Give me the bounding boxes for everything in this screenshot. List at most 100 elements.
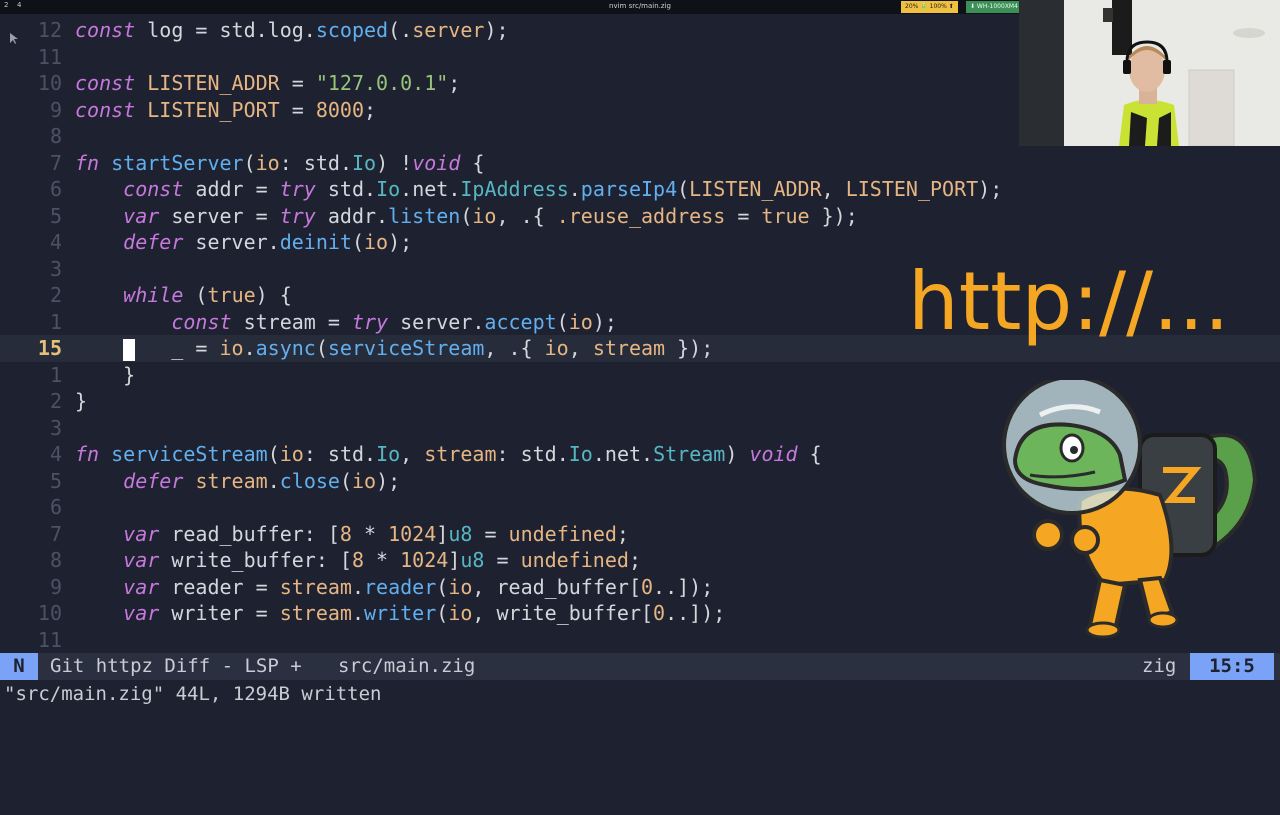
code-token: = xyxy=(725,203,762,228)
code-token: . xyxy=(351,601,365,625)
code-token: io xyxy=(279,442,304,466)
code-token: const xyxy=(123,177,184,201)
line-number: 9 xyxy=(49,574,62,599)
command-line[interactable]: "src/main.zig" 44L, 1294B written xyxy=(0,681,1280,707)
line-number: 7 xyxy=(49,150,62,175)
line-number: 8 xyxy=(49,548,62,572)
code-token: defer xyxy=(123,468,184,493)
code-token: }); xyxy=(809,203,858,228)
code-token: ); xyxy=(388,230,413,254)
code-token: writer = xyxy=(159,601,280,625)
code-token: server xyxy=(412,18,485,42)
code-line[interactable]: 4 defer server.deinit(io); xyxy=(0,229,1280,256)
code-token: ) xyxy=(725,442,750,466)
line-number: 1 xyxy=(49,362,62,387)
code-token: fn xyxy=(75,442,100,466)
code-token: = xyxy=(484,548,521,572)
text-cursor xyxy=(123,338,136,361)
code-token: } xyxy=(75,389,88,413)
code-token: stream xyxy=(592,336,666,360)
code-token: .reuse_address xyxy=(556,203,726,228)
code-token: Io xyxy=(376,442,401,466)
code-token: write_buffer: [ xyxy=(159,548,352,572)
code-token: const xyxy=(75,18,136,42)
code-token: addr = xyxy=(183,177,280,201)
code-token: stream xyxy=(195,468,268,493)
code-token: 0 xyxy=(653,601,666,625)
code-token: ); xyxy=(592,309,617,334)
code-token: Stream xyxy=(653,442,726,466)
line-number: 4 xyxy=(49,442,62,466)
code-token: io xyxy=(448,601,473,625)
code-token: true xyxy=(761,203,810,228)
statusline: N Git httpz Diff - LSP + src/main.zig zi… xyxy=(0,653,1280,680)
code-token: var xyxy=(123,521,160,546)
code-text: var server = try addr.listen(io, .{ .reu… xyxy=(75,203,858,230)
code-token: server = xyxy=(159,203,280,228)
line-number: 11 xyxy=(37,44,62,69)
code-token: var xyxy=(123,203,160,228)
line-number: 1 xyxy=(49,309,62,334)
line-number: 8 xyxy=(49,124,62,148)
code-token: . xyxy=(351,574,365,599)
code-token: accept xyxy=(484,309,557,334)
code-token: undefined xyxy=(520,548,629,572)
code-token: server. xyxy=(183,230,280,254)
line-number: 3 xyxy=(49,256,62,281)
code-token: , xyxy=(821,177,846,201)
code-token: (. xyxy=(388,18,413,42)
code-token: ; xyxy=(448,71,461,95)
code-token: } xyxy=(75,362,136,387)
code-token: server. xyxy=(388,309,485,334)
code-token: addr. xyxy=(315,203,389,228)
code-token: log = std.log. xyxy=(135,18,316,42)
code-line[interactable]: 7 fn startServer(io: std.Io) !void { xyxy=(0,150,1280,177)
code-token: IpAddress xyxy=(460,177,569,201)
line-number: 5 xyxy=(49,468,62,493)
code-token: Io xyxy=(376,177,401,201)
code-line[interactable]: 5 var server = try addr.listen(io, .{ .r… xyxy=(0,203,1280,230)
code-token: u8 xyxy=(448,521,473,546)
line-number: 3 xyxy=(49,415,62,440)
overlay-text: http://... xyxy=(908,255,1230,348)
line-number: 6 xyxy=(49,177,62,201)
code-token: const xyxy=(171,309,232,334)
mode-indicator: N xyxy=(0,653,38,680)
code-token: ); xyxy=(376,468,401,493)
code-text: const LISTEN_ADDR = "127.0.0.1"; xyxy=(75,70,460,97)
code-token: ( xyxy=(267,442,280,466)
code-token: LISTEN_PORT xyxy=(147,97,280,122)
code-token: LISTEN_ADDR xyxy=(689,177,822,201)
code-token: , .{ xyxy=(484,336,545,360)
code-text: _ = io.async(serviceStream, .{ io, strea… xyxy=(75,335,713,362)
code-token: , .{ xyxy=(496,203,557,228)
code-token: : std. xyxy=(303,442,377,466)
code-token: const xyxy=(75,97,136,122)
code-line[interactable]: 6 const addr = try std.Io.net.IpAddress.… xyxy=(0,176,1280,203)
code-token: std. xyxy=(315,177,377,201)
code-token: defer xyxy=(123,230,184,254)
code-token: void xyxy=(749,442,798,466)
line-number: 2 xyxy=(49,389,62,413)
code-text: fn serviceStream(io: std.Io, stream: std… xyxy=(75,441,822,468)
code-token: = xyxy=(472,521,509,546)
line-number: 2 xyxy=(49,283,62,307)
code-token: ( xyxy=(460,203,473,228)
code-token: stream xyxy=(279,601,352,625)
code-token: .net. xyxy=(592,442,654,466)
code-token: while xyxy=(123,283,184,307)
code-token: ; xyxy=(616,521,629,546)
file-name: src/main.zig xyxy=(338,655,476,677)
code-text: var writer = stream.writer(io, write_buf… xyxy=(75,600,725,627)
code-token: 8 xyxy=(339,521,352,546)
code-token: ( xyxy=(436,601,449,625)
code-token: io xyxy=(364,230,389,254)
battery-status: 20% 🔋 100% ⬆ xyxy=(901,1,958,13)
code-token: { xyxy=(797,442,822,466)
